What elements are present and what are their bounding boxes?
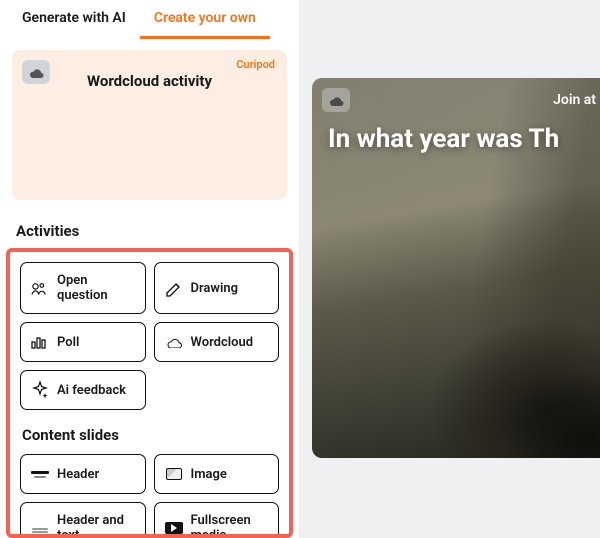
header-text-icon: [31, 521, 49, 535]
play-icon: [165, 521, 183, 535]
tile-label: Fullscreen media: [191, 513, 269, 538]
tile-ai-feedback[interactable]: Ai feedback: [20, 370, 146, 410]
pencil-icon: [165, 281, 183, 295]
tab-create-own[interactable]: Create your own: [140, 4, 270, 39]
highlighted-options-region: Open question Drawing Poll Wordcloud: [6, 248, 293, 538]
tile-fullscreen-media[interactable]: Fullscreen media: [154, 502, 280, 538]
left-panel: Generate with AI Create your own Curipod…: [0, 0, 300, 538]
tile-label: Open question: [57, 273, 135, 303]
poll-icon: [31, 335, 49, 349]
tile-open-question[interactable]: Open question: [20, 262, 146, 314]
sparkle-icon: [31, 383, 49, 397]
tabs: Generate with AI Create your own: [0, 4, 299, 40]
slide-topbar: Join at: [322, 88, 600, 112]
cloud-icon: [322, 88, 350, 112]
cloud-icon: [22, 60, 50, 84]
tile-header-and-text[interactable]: Header and text: [20, 502, 146, 538]
tile-label: Drawing: [191, 281, 239, 296]
tile-wordcloud[interactable]: Wordcloud: [154, 322, 280, 362]
image-icon: [165, 467, 183, 481]
activities-grid: Open question Drawing Poll Wordcloud: [18, 258, 281, 420]
open-question-icon: [31, 281, 49, 295]
tile-drawing[interactable]: Drawing: [154, 262, 280, 314]
activities-heading: Activities: [0, 216, 299, 246]
tile-label: Ai feedback: [57, 383, 126, 398]
wordcloud-activity-card[interactable]: Curipod Wordcloud activity: [12, 50, 287, 200]
cloud-icon: [165, 335, 183, 349]
tile-header[interactable]: Header: [20, 454, 146, 494]
tile-poll[interactable]: Poll: [20, 322, 146, 362]
tile-label: Image: [191, 467, 227, 482]
tile-label: Poll: [57, 335, 79, 350]
tile-label: Header: [57, 467, 99, 482]
tab-generate-ai[interactable]: Generate with AI: [8, 4, 140, 39]
join-label: Join at: [553, 92, 600, 108]
tile-image[interactable]: Image: [154, 454, 280, 494]
content-slides-grid: Header Image Header and text Fullscreen …: [18, 450, 281, 538]
tile-label: Wordcloud: [191, 335, 254, 350]
brand-label: Curipod: [236, 58, 275, 71]
wordcloud-card-title: Wordcloud activity: [26, 72, 273, 90]
content-slides-heading: Content slides: [18, 420, 281, 450]
slide-preview[interactable]: Join at In what year was Th: [312, 78, 600, 458]
right-panel: Join at In what year was Th: [300, 0, 600, 538]
tile-label: Header and text: [57, 513, 135, 538]
header-icon: [31, 467, 49, 481]
slide-question-text: In what year was Th: [328, 124, 600, 154]
